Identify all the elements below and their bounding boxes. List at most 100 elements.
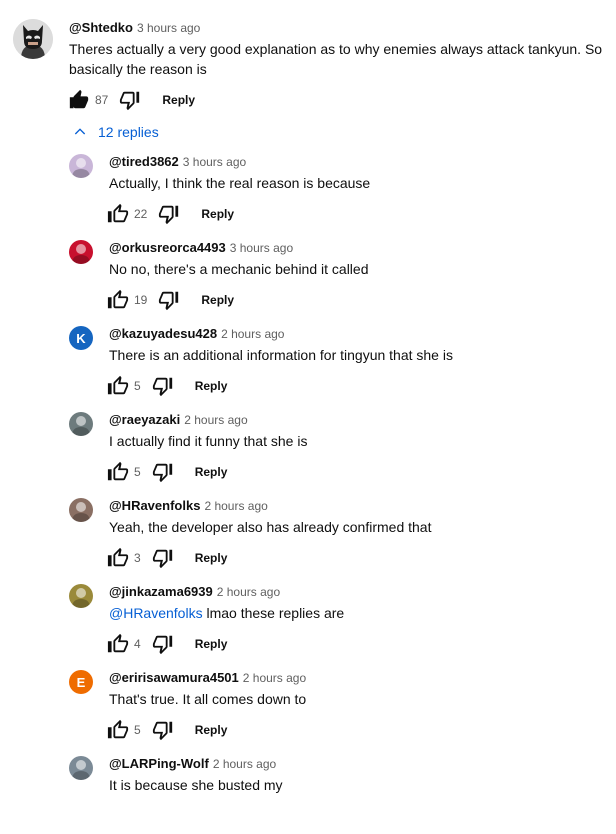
like-button[interactable] [106,374,130,398]
reply-author-name[interactable]: @orkusreorca4493 [109,240,226,255]
reply-author-name[interactable]: @tired3862 [109,154,179,169]
reply-time[interactable]: 2 hours ago [221,327,284,341]
reply-author[interactable]: @raeyazaki 2 hours ago [109,412,248,427]
reply-author[interactable]: @LARPing-Wolf 2 hours ago [109,756,276,771]
avatar[interactable]: K [69,326,93,350]
reply-button[interactable]: Reply [195,637,228,651]
reply-button[interactable]: Reply [195,379,228,393]
like-count: 19 [134,293,148,307]
reply-text: @HRavenfolks lmao these replies are [109,603,599,623]
reply-actions: 3 Reply [106,546,227,570]
reply-time[interactable]: 3 hours ago [183,155,246,169]
avatar[interactable]: E [69,670,93,694]
reply-actions: 5 Reply [106,718,227,742]
reply-actions: 4 Reply [106,632,227,656]
reply-text: It is because she busted my [109,775,599,795]
like-count: 87 [95,93,109,107]
reply-comment: E @eririsawamura4501 2 hours ago That's tru… [0,668,616,748]
reply-text: That's true. It all comes down to [109,689,599,709]
comment-actions: 87 Reply [67,88,195,112]
reply-comment: @HRavenfolks 2 hours ago Yeah, the develop… [0,496,616,576]
comment-time[interactable]: 3 hours ago [137,21,200,35]
reply-author[interactable]: @HRavenfolks 2 hours ago [109,498,268,513]
reply-text-body: That's true. It all comes down to [109,691,307,707]
reply-author[interactable]: @orkusreorca4493 3 hours ago [109,240,293,255]
dislike-button[interactable] [157,288,181,312]
dislike-button[interactable] [151,460,175,484]
reply-author-name[interactable]: @eririsawamura4501 [109,670,239,685]
avatar[interactable] [13,19,53,59]
avatar[interactable] [69,154,93,178]
reply-comment: @jinkazama6939 2 hours ago @HRavenfolks lm… [0,582,616,662]
reply-author[interactable]: @tired3862 3 hours ago [109,154,246,169]
like-count: 5 [134,723,141,737]
reply-author-name[interactable]: @LARPing-Wolf [109,756,209,771]
reply-text-body: No no, there's a mechanic behind it call… [109,261,369,277]
reply-author-name[interactable]: @jinkazama6939 [109,584,213,599]
reply-button[interactable]: Reply [195,723,228,737]
reply-author-name[interactable]: @kazuyadesu428 [109,326,217,341]
thumb-up-filled-icon [69,89,89,109]
reply-author[interactable]: @eririsawamura4501 2 hours ago [109,670,306,685]
like-button[interactable] [106,460,130,484]
reply-time[interactable]: 2 hours ago [213,757,276,771]
thumb-down-icon [120,91,140,111]
dislike-button[interactable] [151,632,175,656]
reply-button[interactable]: Reply [195,551,228,565]
avatar[interactable] [69,498,93,522]
reply-button[interactable]: Reply [195,465,228,479]
reply-author[interactable]: @jinkazama6939 2 hours ago [109,584,280,599]
reply-time[interactable]: 3 hours ago [230,241,293,255]
reply-author-name[interactable]: @HRavenfolks [109,498,200,513]
thumb-down-icon [159,205,179,225]
reply-time[interactable]: 2 hours ago [204,499,267,513]
avatar[interactable] [69,584,93,608]
dislike-button[interactable] [118,88,142,112]
like-button[interactable] [67,88,91,112]
thumb-up-icon [107,633,129,653]
thumb-down-icon [152,549,172,569]
avatar-image-icon [72,158,90,178]
reply-author[interactable]: @kazuyadesu428 2 hours ago [109,326,284,341]
reply-button[interactable]: Reply [201,293,234,307]
thumb-up-icon [107,719,129,739]
reply-actions: 22 Reply [106,202,234,226]
reply-time[interactable]: 2 hours ago [184,413,247,427]
reply-time[interactable]: 2 hours ago [217,585,280,599]
reply-comment: @tired3862 3 hours ago Actually, I think t… [0,152,616,232]
avatar-image-icon [72,416,90,436]
like-button[interactable] [106,718,130,742]
like-button[interactable] [106,546,130,570]
reply-actions: 5 Reply [106,460,227,484]
like-button[interactable] [106,202,130,226]
reply-button[interactable]: Reply [162,93,195,107]
like-count: 3 [134,551,141,565]
thumb-down-icon [152,377,172,397]
dislike-button[interactable] [151,374,175,398]
avatar-image-icon [72,760,90,780]
reply-text-body: There is an additional information for t… [109,347,453,363]
reply-button[interactable]: Reply [201,207,234,221]
reply-time[interactable]: 2 hours ago [243,671,306,685]
avatar[interactable] [69,756,93,780]
replies-toggle[interactable]: 12 replies [72,124,159,140]
like-button[interactable] [106,632,130,656]
avatar-image-icon [72,588,90,608]
avatar[interactable] [69,240,93,264]
thumb-up-icon [107,203,129,223]
comment-author[interactable]: @Shtedko 3 hours ago [69,20,200,35]
reply-text-body: Yeah, the developer also has already con… [109,519,432,535]
reply-text-body: It is because she busted my [109,777,283,793]
reply-text: Yeah, the developer also has already con… [109,517,599,537]
dislike-button[interactable] [157,202,181,226]
dislike-button[interactable] [151,546,175,570]
thumb-up-icon [107,461,129,481]
mention-link[interactable]: @HRavenfolks [109,605,203,621]
dislike-button[interactable] [151,718,175,742]
reply-actions: 19 Reply [106,288,234,312]
reply-text-body: Actually, I think the real reason is bec… [109,175,371,191]
reply-comment: K @kazuyadesu428 2 hours ago There is an ad… [0,324,616,404]
reply-author-name[interactable]: @raeyazaki [109,412,180,427]
like-button[interactable] [106,288,130,312]
avatar[interactable] [69,412,93,436]
